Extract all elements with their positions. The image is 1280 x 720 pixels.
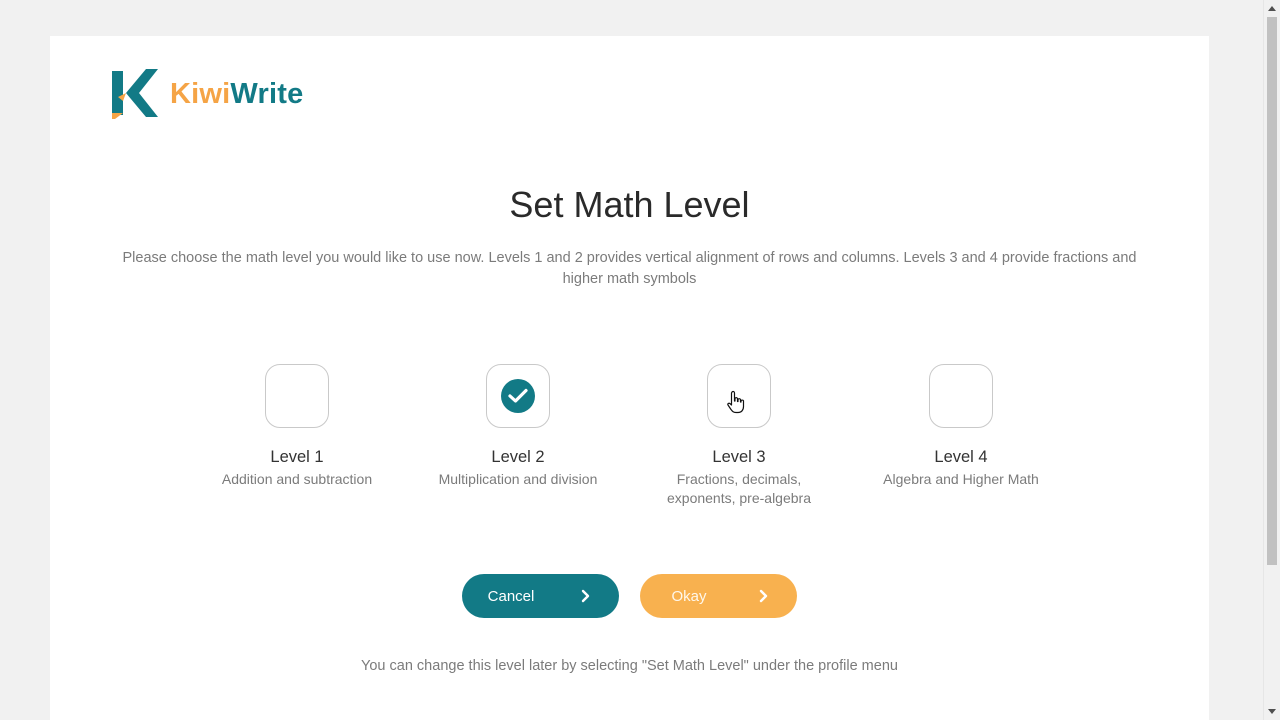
level-options: Level 1 Addition and subtraction Level 2… bbox=[50, 364, 1209, 524]
browser-viewport: Kiwi Write Set Math Level Please choose t… bbox=[0, 0, 1280, 720]
scroll-up-arrow-icon[interactable] bbox=[1264, 0, 1280, 17]
logo-word-write: Write bbox=[230, 77, 304, 110]
level-2-description: Multiplication and division bbox=[438, 471, 598, 487]
level-4-checkbox[interactable] bbox=[929, 364, 993, 428]
chevron-right-icon bbox=[581, 589, 590, 603]
scroll-down-arrow-icon[interactable] bbox=[1264, 703, 1280, 720]
math-level-card: Kiwi Write Set Math Level Please choose t… bbox=[50, 36, 1209, 720]
chevron-right-icon bbox=[759, 589, 768, 603]
cancel-button[interactable]: Cancel bbox=[462, 574, 619, 618]
logo-wordmark: Kiwi Write bbox=[170, 78, 303, 111]
level-2-name: Level 2 bbox=[491, 448, 545, 466]
level-option-3[interactable]: Level 3 Fractions, decimals, exponents, … bbox=[634, 364, 844, 508]
check-icon bbox=[501, 379, 535, 413]
scrollbar-thumb[interactable] bbox=[1267, 17, 1277, 565]
level-option-1[interactable]: Level 1 Addition and subtraction bbox=[192, 364, 402, 489]
kiwiwrite-logo-mark-icon bbox=[112, 69, 158, 119]
level-option-4[interactable]: Level 4 Algebra and Higher Math bbox=[856, 364, 1066, 489]
page-scrollbar[interactable] bbox=[1263, 0, 1280, 720]
level-3-description: Fractions, decimals, exponents, pre-alge… bbox=[667, 471, 811, 506]
level-option-2[interactable]: Level 2 Multiplication and division bbox=[413, 364, 623, 489]
logo-word-kiwi: Kiwi bbox=[170, 77, 231, 110]
kiwiwrite-logo: Kiwi Write bbox=[112, 66, 303, 122]
level-1-checkbox[interactable] bbox=[265, 364, 329, 428]
checkmark-glyph bbox=[508, 388, 528, 403]
page-title: Set Math Level bbox=[509, 184, 750, 225]
level-3-checkbox[interactable] bbox=[707, 364, 771, 428]
okay-button[interactable]: Okay bbox=[640, 574, 797, 618]
footer-note: You can change this level later by selec… bbox=[361, 658, 898, 674]
level-3-name: Level 3 bbox=[712, 448, 766, 466]
level-2-checkbox[interactable] bbox=[486, 364, 550, 428]
page-description: Please choose the math level you would l… bbox=[122, 250, 1137, 287]
cancel-button-label: Cancel bbox=[487, 587, 535, 605]
level-4-name: Level 4 bbox=[934, 448, 988, 466]
okay-button-label: Okay bbox=[671, 587, 707, 605]
level-4-description: Algebra and Higher Math bbox=[883, 471, 1039, 487]
level-1-name: Level 1 bbox=[270, 448, 324, 466]
level-1-description: Addition and subtraction bbox=[221, 471, 373, 487]
